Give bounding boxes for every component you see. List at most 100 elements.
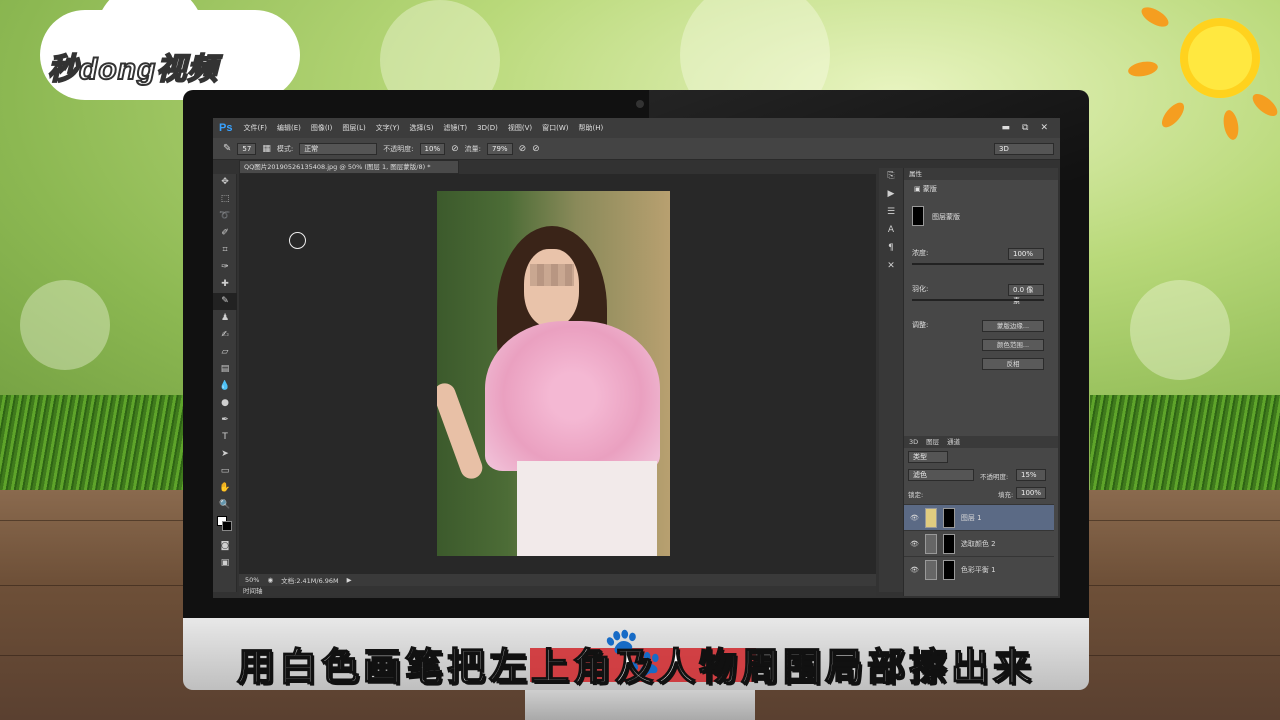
dodge-tool-icon[interactable]: ●: [213, 395, 237, 412]
tab-3d[interactable]: 3D: [909, 436, 918, 448]
shape-tool-icon[interactable]: ▭: [213, 463, 237, 480]
menu-filter[interactable]: 滤镜(T): [438, 123, 472, 133]
airbrush-icon[interactable]: ⊘: [519, 144, 527, 154]
eye-icon[interactable]: 👁: [910, 514, 919, 522]
close-button[interactable]: ✕: [1040, 123, 1048, 133]
photo-pink-top: [485, 321, 660, 471]
marquee-tool-icon[interactable]: ⬚: [213, 191, 237, 208]
tools-preset-icon[interactable]: ✕: [879, 258, 903, 276]
layer-mask-label: 图层蒙版: [932, 213, 960, 221]
path-select-tool-icon[interactable]: ➤: [213, 446, 237, 463]
menu-edit[interactable]: 编辑(E): [272, 123, 306, 133]
layer-name: 选取颜色 2: [960, 539, 996, 548]
brush-cursor-icon: [289, 232, 306, 249]
restore-button[interactable]: ⧉: [1022, 123, 1028, 133]
density-slider[interactable]: [912, 263, 1044, 265]
fill-label: 填充:: [998, 491, 1014, 499]
layer-mask-thumbnail[interactable]: [942, 507, 955, 528]
layer-filter-select[interactable]: 类型: [908, 451, 948, 463]
invert-button[interactable]: 反相: [982, 358, 1044, 370]
zoom-tool-icon[interactable]: 🔍: [213, 497, 237, 514]
crop-tool-icon[interactable]: ⌗: [213, 242, 237, 259]
minimize-button[interactable]: ▬: [1002, 123, 1011, 133]
feather-input[interactable]: 0.0 像素: [1008, 284, 1044, 305]
pen-tool-icon[interactable]: ✒: [213, 412, 237, 429]
panel-icons: ⎘ ▶ ☰ A ¶ ✕: [879, 168, 903, 592]
layer-thumbnail: [924, 507, 937, 528]
quick-mask-icon[interactable]: ◙: [213, 538, 237, 555]
timeline-tab[interactable]: 时间轴: [239, 586, 876, 596]
brush-panel-icon[interactable]: ▦: [262, 144, 271, 154]
quick-select-tool-icon[interactable]: ✐: [213, 225, 237, 242]
menu-3d[interactable]: 3D(D): [472, 124, 503, 132]
pressure-size-icon[interactable]: ⊘: [532, 144, 540, 154]
menu-layer[interactable]: 图层(L): [337, 123, 370, 133]
gradient-tool-icon[interactable]: ▤: [213, 361, 237, 378]
workspace-select[interactable]: 3D: [994, 142, 1054, 155]
type-tool-icon[interactable]: T: [213, 429, 237, 446]
opacity-input[interactable]: 10%: [419, 142, 446, 155]
canvas-area[interactable]: [239, 174, 876, 574]
color-range-button[interactable]: 颜色范围...: [982, 339, 1044, 351]
blur-tool-icon[interactable]: 💧: [213, 378, 237, 395]
layer-mask-thumbnail[interactable]: [942, 533, 955, 554]
eyedropper-tool-icon[interactable]: ✑: [213, 259, 237, 276]
menu-image[interactable]: 图像(I): [306, 123, 338, 133]
flow-input[interactable]: 79%: [487, 142, 513, 155]
tab-channels[interactable]: 通道: [947, 436, 960, 448]
layer-mask-thumbnail[interactable]: [942, 559, 955, 580]
layer-row[interactable]: 👁 选取颜色 2: [904, 530, 1054, 556]
monitor-stand: [525, 690, 755, 720]
pressure-opacity-icon[interactable]: ⊘: [451, 144, 459, 154]
healing-brush-tool-icon[interactable]: ✚: [213, 276, 237, 293]
bokeh-light: [20, 280, 110, 370]
menu-help[interactable]: 帮助(H): [574, 123, 609, 133]
layer-row[interactable]: 👁 色彩平衡 1: [904, 556, 1054, 582]
menu-type[interactable]: 文字(Y): [371, 123, 405, 133]
zoom-level[interactable]: 50%: [245, 576, 259, 584]
menu-bar: Ps 文件(F) 编辑(E) 图像(I) 图层(L) 文字(Y) 选择(S) 滤…: [213, 118, 1060, 138]
mask-icon: ▣: [914, 185, 923, 193]
brush-tool-icon[interactable]: ✎: [213, 293, 237, 310]
clone-stamp-tool-icon[interactable]: ♟: [213, 310, 237, 327]
menu-window[interactable]: 窗口(W): [537, 123, 573, 133]
window-controls: ▬ ⧉ ✕: [1002, 123, 1061, 133]
fill-input[interactable]: 100%: [1016, 487, 1046, 499]
blend-mode-select[interactable]: 滤色: [908, 469, 974, 481]
status-arrow-icon[interactable]: ▶: [347, 576, 352, 584]
adjustments-panel-icon[interactable]: ☰: [879, 204, 903, 222]
character-panel-icon[interactable]: A: [879, 222, 903, 240]
layer-row[interactable]: 👁 图层 1: [904, 504, 1054, 530]
paragraph-panel-icon[interactable]: ¶: [879, 240, 903, 258]
eye-icon[interactable]: 👁: [910, 540, 919, 548]
hand-tool-icon[interactable]: ✋: [213, 480, 237, 497]
photo-white-skirt: [517, 461, 657, 556]
properties-panel: 属性 ▣ 蒙版 图层蒙版 浓度: 100% 羽化: 0.0 像素 调整: 蒙版边…: [903, 168, 1058, 436]
menu-view[interactable]: 视图(V): [503, 123, 537, 133]
eye-icon[interactable]: 👁: [910, 566, 919, 574]
history-brush-tool-icon[interactable]: ✍: [213, 327, 237, 344]
eraser-tool-icon[interactable]: ▱: [213, 344, 237, 361]
move-tool-icon[interactable]: ✥: [213, 174, 237, 191]
mode-select[interactable]: 正常: [299, 142, 378, 155]
mask-edge-button[interactable]: 蒙版边缘...: [982, 320, 1044, 332]
screen-mode-icon[interactable]: ▣: [213, 555, 237, 572]
watermark-logo: 秒dong视频: [47, 52, 219, 87]
menu-file[interactable]: 文件(F): [238, 123, 272, 133]
status-menu-icon[interactable]: ◉: [267, 576, 273, 584]
brush-tool-icon[interactable]: ✎: [223, 143, 231, 154]
layer-opacity-input[interactable]: 15%: [1016, 469, 1046, 481]
density-input[interactable]: 100%: [1008, 248, 1044, 260]
color-swatches-icon[interactable]: [213, 514, 237, 538]
layers-panel: 3D 图层 通道 类型 滤色 不透明度: 15% 锁定: 填充: 100% 👁 …: [903, 436, 1058, 596]
properties-tab[interactable]: 属性: [904, 168, 1058, 180]
actions-panel-icon[interactable]: ▶: [879, 186, 903, 204]
tab-layers[interactable]: 图层: [926, 436, 939, 448]
brush-size-picker[interactable]: 57: [237, 142, 257, 155]
document-tab[interactable]: QQ图片20190526135408.jpg @ 50% (图层 1, 图层蒙版…: [239, 160, 459, 174]
menu-select[interactable]: 选择(S): [405, 123, 439, 133]
lasso-tool-icon[interactable]: ➰: [213, 208, 237, 225]
feather-slider[interactable]: [912, 299, 1044, 301]
history-panel-icon[interactable]: ⎘: [879, 168, 903, 186]
grass-left: [0, 395, 190, 505]
